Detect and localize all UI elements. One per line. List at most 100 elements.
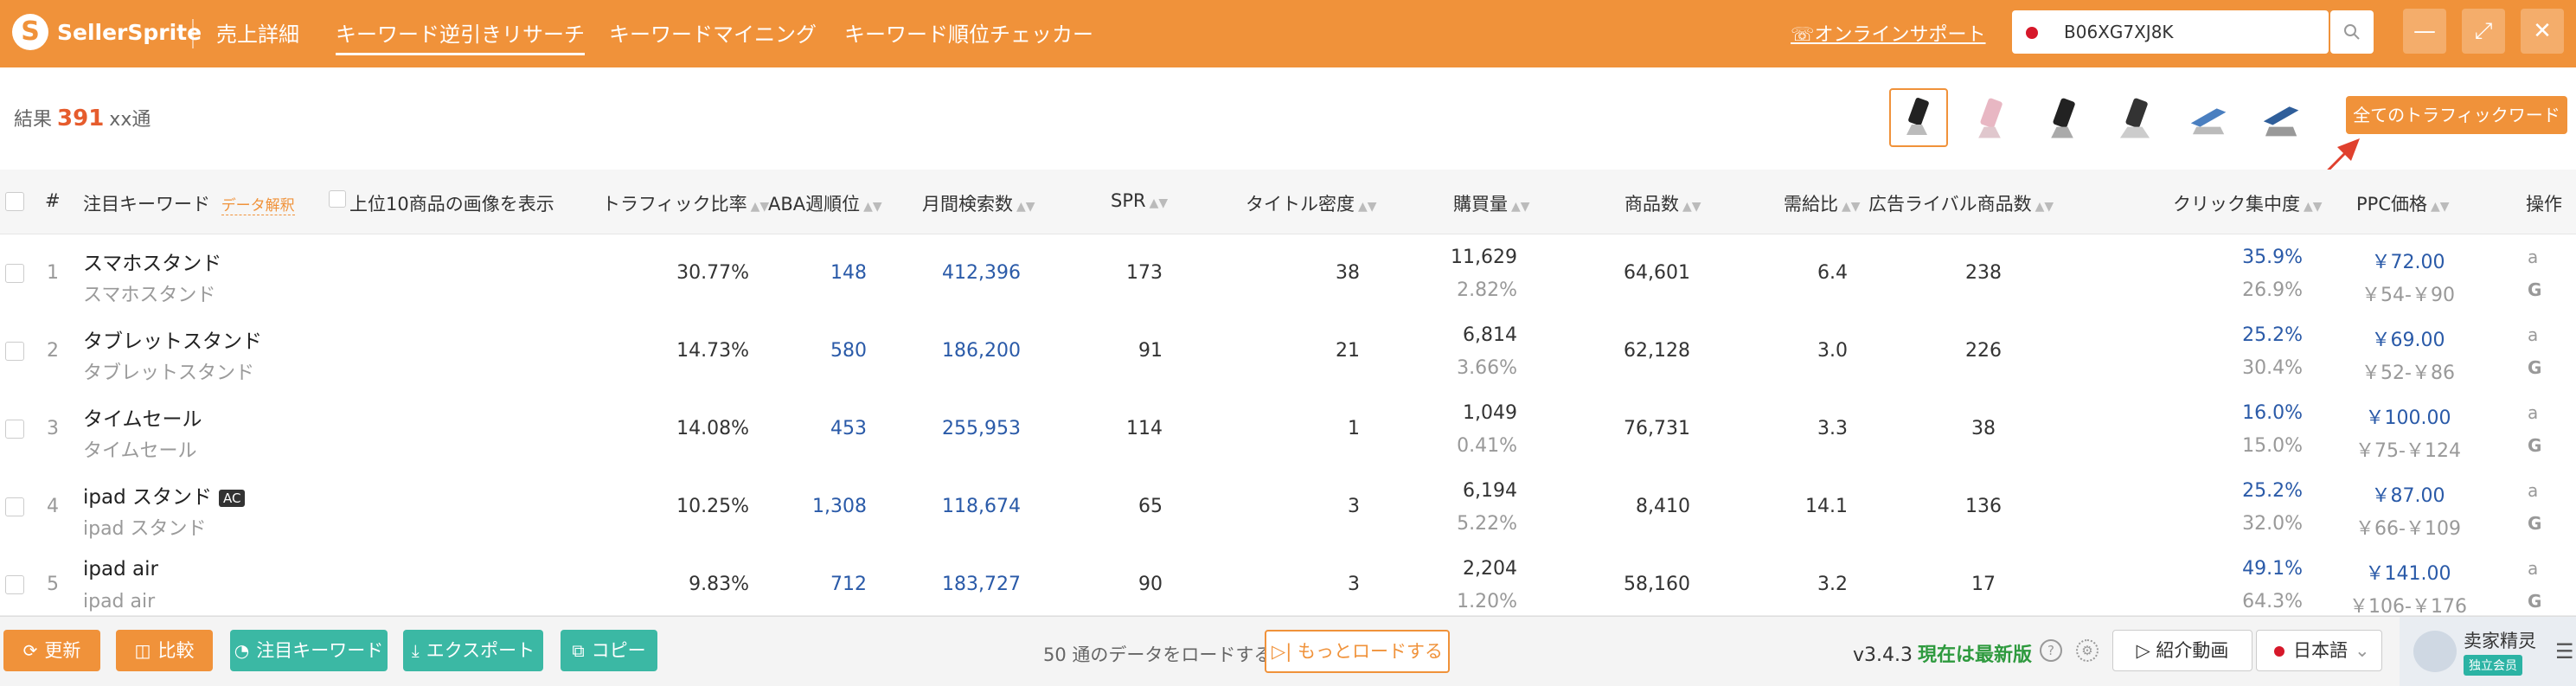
keyword-text[interactable]: タイムセール [83,402,202,432]
japan-flag-icon [2274,646,2284,657]
header-traffic-ratio[interactable]: トラフィック比率 ▲▼ [602,190,769,216]
header-click-concentration[interactable]: クリック集中度 ▲▼ [2173,190,2323,216]
monthly-search[interactable]: 412,396 [942,262,1021,284]
keyword-translation: タイムセール [83,440,197,462]
header-spr[interactable]: SPR ▲▼ [1111,190,1168,211]
traffic-ratio: 30.77% [676,262,749,284]
amazon-icon[interactable]: a [2528,402,2538,423]
ad-competitors: 38 [1971,418,1996,439]
row-index: 4 [47,496,59,517]
monthly-search[interactable]: 186,200 [942,340,1021,362]
keyword-text[interactable]: タブレットスタンド [83,324,262,354]
aba-rank[interactable]: 712 [830,574,867,595]
amazon-icon[interactable]: a [2528,324,2538,345]
button-label: 比較 [157,640,195,661]
purchase-rate: 1.20% [1457,591,1517,612]
google-icon[interactable]: G [2528,513,2541,534]
header-aba-rank[interactable]: ABA週順位 ▲▼ [768,190,882,216]
purchases: 2,204 [1463,558,1517,580]
amazon-icon[interactable]: a [2528,247,2538,267]
load-count-text: 50 通のデータをロードする [1043,644,1272,665]
conversion-share: 30.4% [2242,357,2303,379]
aba-rank[interactable]: 1,308 [812,496,867,517]
row-checkbox[interactable] [5,342,24,361]
monthly-search[interactable]: 183,727 [942,574,1021,595]
click-concentration: 25.2% [2242,480,2303,502]
intro-video-button[interactable]: ▷ 紹介動画 [2112,630,2252,671]
ppc-price: ￥72.00 [2371,252,2445,273]
spr-value: 173 [1126,262,1163,284]
click-concentration: 16.0% [2242,402,2303,424]
settings-icon[interactable]: ⚙ [2076,639,2099,662]
ppc-range: ￥52-￥86 [2361,362,2455,384]
refresh-button[interactable]: ⟳ 更新 [3,630,100,671]
language-select[interactable]: 日本語 ⌄ [2256,630,2382,671]
traffic-ratio: 14.08% [676,418,749,439]
header-label: タイトル密度 [1246,194,1355,215]
row-checkbox[interactable] [5,420,24,439]
header-label: SPR [1111,190,1146,211]
row-checkbox[interactable] [5,264,24,283]
row-checkbox[interactable] [5,497,24,516]
table-row[interactable]: 1 スマホスタンド スマホスタンド 30.77% 148 412,396 173… [0,234,2576,313]
header-product-count[interactable]: 商品数 ▲▼ [1624,190,1701,216]
sort-icon: ▲▼ [1149,196,1169,210]
language-label: 日本語 [2293,640,2348,661]
aba-rank[interactable]: 580 [830,340,867,362]
keyword-label: スマホスタンド [83,253,222,275]
header-purchases[interactable]: 購買量 ▲▼ [1453,190,1530,216]
keyword-label: ipad スタンド [83,486,212,509]
footer-toolbar: ⟳ 更新 ◫ 比較 ◔ 注目キーワード ⤓ エクスポート ⧉ コピー 50 通のデータをロ… [0,616,2576,686]
data-explain-link[interactable]: データ解釈 [221,197,295,215]
help-icon[interactable]: ? [2040,639,2062,662]
keyword-text[interactable]: ipad air [83,558,158,580]
table-row[interactable]: 4 ipad スタンド AC ipad スタンド 10.25% 1,308 118… [0,468,2576,547]
header-label: 広告ライバル商品数 [1868,194,2032,215]
table-row[interactable]: 3 タイムセール タイムセール 14.08% 453 255,953 114 1… [0,390,2576,469]
show-images-label: 上位10商品の画像を表示 [349,194,554,215]
ad-competitors: 226 [1965,340,2002,362]
monthly-search[interactable]: 255,953 [942,418,1021,439]
row-checkbox[interactable] [5,575,24,594]
sort-icon: ▲▼ [2304,200,2323,214]
focus-keyword-button[interactable]: ◔ 注目キーワード [230,630,388,671]
keyword-text[interactable]: ipad スタンド AC [83,480,246,510]
header-ppc-price[interactable]: PPC価格 ▲▼ [2356,190,2450,216]
google-icon[interactable]: G [2528,591,2541,612]
header-title-density[interactable]: タイトル密度 ▲▼ [1246,190,1377,216]
google-icon[interactable]: G [2528,279,2541,300]
keyword-translation: ipad air [83,591,156,612]
product-count: 58,160 [1624,574,1690,595]
table-row[interactable]: 5 ipad air ipad air 9.83% 712 183,727 90… [0,546,2576,616]
monthly-search[interactable]: 118,674 [942,496,1021,517]
user-profile[interactable]: 卖家精灵 独立会员 ☰ [2400,617,2576,686]
button-label: 注目キーワード [256,640,384,661]
header-label: トラフィック比率 [602,194,747,215]
copy-button[interactable]: ⧉ コピー [561,630,657,671]
ppc-price: ￥69.00 [2371,330,2445,351]
select-all-checkbox[interactable] [5,192,24,211]
traffic-ratio: 14.73% [676,340,749,362]
header-monthly-search[interactable]: 月間検索数 ▲▼ [922,190,1035,216]
conversion-share: 32.0% [2242,513,2303,535]
google-icon[interactable]: G [2528,435,2541,456]
aba-rank[interactable]: 148 [830,262,867,284]
purchases: 11,629 [1451,247,1517,268]
header-ad-competitors[interactable]: 広告ライバル商品数 ▲▼ [1868,190,2054,216]
google-icon[interactable]: G [2528,357,2541,378]
title-density: 1 [1348,418,1360,439]
refresh-icon: ⟳ [22,640,38,661]
product-count: 76,731 [1624,418,1690,439]
keyword-text[interactable]: スマホスタンド [83,247,221,276]
load-more-button[interactable]: ▷| もっとロードする [1265,630,1450,673]
aba-rank[interactable]: 453 [830,418,867,439]
table-row[interactable]: 2 タブレットスタンド タブレットスタンド 14.73% 580 186,200… [0,312,2576,391]
header-supply-demand[interactable]: 需給比 ▲▼ [1784,190,1861,216]
menu-icon[interactable]: ☰ [2555,639,2574,664]
header-label: クリック集中度 [2173,194,2300,215]
amazon-icon[interactable]: a [2528,480,2538,501]
show-images-checkbox[interactable] [329,190,346,208]
amazon-icon[interactable]: a [2528,558,2538,579]
compare-button[interactable]: ◫ 比較 [116,630,213,671]
export-button[interactable]: ⤓ エクスポート [403,630,543,671]
